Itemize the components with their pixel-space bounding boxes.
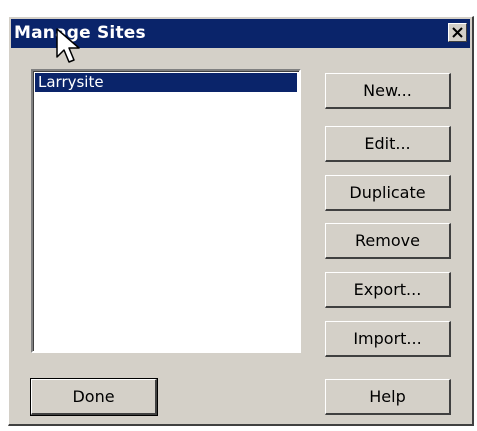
new-button[interactable]: New... <box>325 73 451 109</box>
title-bar[interactable]: Manage Sites <box>11 19 470 48</box>
window-title: Manage Sites <box>14 23 146 43</box>
export-button[interactable]: Export... <box>325 272 451 308</box>
edit-button[interactable]: Edit... <box>325 126 451 162</box>
close-icon <box>452 27 463 38</box>
duplicate-button[interactable]: Duplicate <box>325 175 451 211</box>
close-button[interactable] <box>448 23 467 42</box>
help-button[interactable]: Help <box>325 379 451 415</box>
import-button[interactable]: Import... <box>325 321 451 357</box>
site-list-item[interactable]: Larrysite <box>35 73 297 92</box>
remove-button[interactable]: Remove <box>325 223 451 259</box>
sites-list[interactable]: Larrysite <box>31 69 301 353</box>
done-button[interactable]: Done <box>30 378 158 416</box>
manage-sites-dialog: Manage Sites Larrysite New... Edit... Du… <box>8 16 474 426</box>
